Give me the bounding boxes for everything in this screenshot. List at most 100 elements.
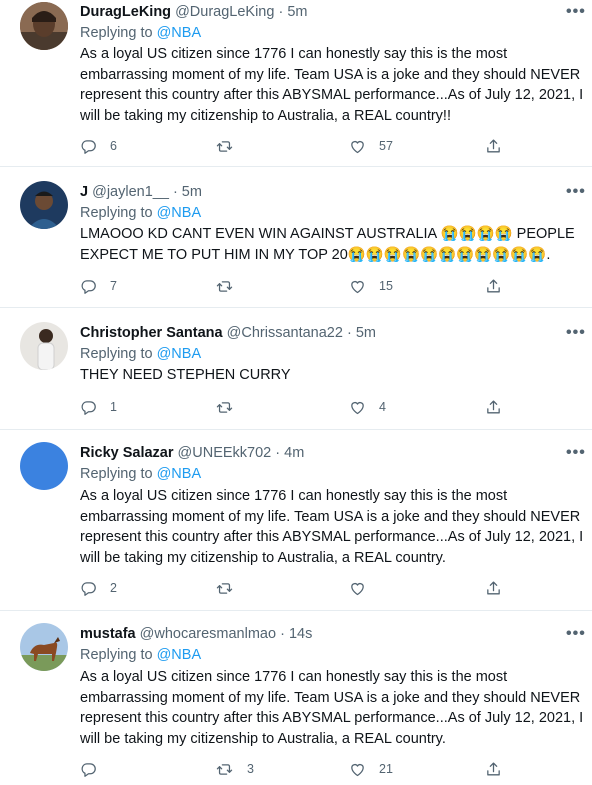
avatar-image xyxy=(20,322,68,370)
avatar-image xyxy=(20,623,68,671)
retweet-button[interactable] xyxy=(215,276,247,296)
tweet[interactable]: mustafa @whocaresmanlmao · 14s ••• Reply… xyxy=(0,611,592,785)
retweet-icon xyxy=(215,761,234,778)
reply-button[interactable]: 2 xyxy=(80,578,117,598)
like-count: 4 xyxy=(379,400,386,414)
user-handle[interactable]: @UNEEkk702 xyxy=(178,445,272,461)
tweet-text: LMAOOO KD CANT EVEN WIN AGAINST AUSTRALI… xyxy=(80,224,585,265)
tweet-actions: 6 57 xyxy=(80,136,520,156)
avatar-image xyxy=(20,181,68,229)
reply-button[interactable]: 1 xyxy=(80,397,117,417)
replying-to-label: Replying to xyxy=(80,346,157,362)
display-name[interactable]: Ricky Salazar xyxy=(80,445,174,461)
mention-link[interactable]: @NBA xyxy=(157,466,202,482)
retweet-button[interactable] xyxy=(215,397,247,417)
like-icon xyxy=(349,580,366,597)
timestamp[interactable]: · 5m xyxy=(173,184,202,200)
reply-icon xyxy=(80,580,97,597)
avatar-image xyxy=(20,2,68,50)
timestamp[interactable]: · 5m xyxy=(278,4,307,20)
avatar[interactable] xyxy=(20,322,68,370)
like-button[interactable]: 21 xyxy=(349,759,393,779)
display-name[interactable]: Christopher Santana xyxy=(80,325,223,341)
retweet-button[interactable]: 3 xyxy=(215,759,254,779)
avatar[interactable] xyxy=(20,442,68,490)
more-icon[interactable]: ••• xyxy=(566,4,586,20)
tweet[interactable]: Christopher Santana @Chrissantana22 · 5m… xyxy=(0,308,592,428)
mention-link[interactable]: @NBA xyxy=(157,25,202,41)
share-icon xyxy=(485,278,502,295)
reply-count: 7 xyxy=(110,279,117,293)
like-icon xyxy=(349,399,366,416)
tweet-actions: 7 15 xyxy=(80,276,520,296)
display-name[interactable]: J xyxy=(80,184,88,200)
like-button[interactable] xyxy=(349,578,379,598)
user-handle[interactable]: @whocaresmanlmao xyxy=(140,626,276,642)
like-button[interactable]: 15 xyxy=(349,276,393,296)
share-button[interactable] xyxy=(485,578,515,598)
timestamp[interactable]: · 4m xyxy=(275,445,304,461)
reply-button[interactable]: 6 xyxy=(80,136,117,156)
share-icon xyxy=(485,138,502,155)
tweet-text: As a loyal US citizen since 1776 I can h… xyxy=(80,669,584,747)
retweet-count: 3 xyxy=(247,762,254,776)
like-count: 21 xyxy=(379,762,393,776)
user-handle[interactable]: @jaylen1__ xyxy=(92,184,169,200)
like-button[interactable]: 57 xyxy=(349,136,393,156)
tweet[interactable]: Ricky Salazar @UNEEkk702 · 4m ••• Replyi… xyxy=(0,430,592,610)
avatar[interactable] xyxy=(20,623,68,671)
more-icon[interactable]: ••• xyxy=(566,626,586,642)
replying-to: Replying to @NBA xyxy=(80,204,201,222)
replying-to-label: Replying to xyxy=(80,647,157,663)
tweet-text-line: EXPECT ME TO PUT HIM IN MY TOP 20😭😭😭😭😭😭😭… xyxy=(80,246,551,263)
tweet-text-line: LMAOOO KD CANT EVEN WIN AGAINST AUSTRALI… xyxy=(80,226,575,242)
share-icon xyxy=(485,761,502,778)
share-button[interactable] xyxy=(485,136,515,156)
avatar[interactable] xyxy=(20,2,68,50)
display-name[interactable]: DuragLeKing xyxy=(80,4,171,20)
retweet-button[interactable] xyxy=(215,578,247,598)
timestamp[interactable]: · 5m xyxy=(347,325,376,341)
tweet-actions: 3 21 xyxy=(80,759,520,779)
reply-icon xyxy=(80,278,97,295)
mention-link[interactable]: @NBA xyxy=(157,205,202,221)
avatar[interactable] xyxy=(20,181,68,229)
reply-button[interactable]: 7 xyxy=(80,276,117,296)
user-handle[interactable]: @DuragLeKing xyxy=(175,4,274,20)
mention-link[interactable]: @NBA xyxy=(157,647,202,663)
like-button[interactable]: 4 xyxy=(349,397,386,417)
reply-icon xyxy=(80,399,97,416)
mention-link[interactable]: @NBA xyxy=(157,346,202,362)
reply-button[interactable] xyxy=(80,759,110,779)
tweet-actions: 1 4 xyxy=(80,397,520,417)
more-icon[interactable]: ••• xyxy=(566,184,586,200)
share-icon xyxy=(485,580,502,597)
retweet-icon xyxy=(215,580,234,597)
tweet[interactable]: DuragLeKing @DuragLeKing · 5m ••• Replyi… xyxy=(0,0,592,165)
tweet-actions: 2 xyxy=(80,578,520,598)
reply-icon xyxy=(80,138,97,155)
display-name[interactable]: mustafa xyxy=(80,626,136,642)
retweet-icon xyxy=(215,278,234,295)
like-count: 15 xyxy=(379,279,393,293)
tweet-text: THEY NEED STEPHEN CURRY xyxy=(80,367,291,383)
replying-to-label: Replying to xyxy=(80,205,157,221)
retweet-icon xyxy=(215,399,234,416)
more-icon[interactable]: ••• xyxy=(566,445,586,461)
like-icon xyxy=(349,138,366,155)
timestamp[interactable]: · 14s xyxy=(280,626,312,642)
tweet-text: As a loyal US citizen since 1776 I can h… xyxy=(80,46,584,124)
share-button[interactable] xyxy=(485,397,515,417)
reply-icon xyxy=(80,761,97,778)
more-icon[interactable]: ••• xyxy=(566,325,586,341)
share-icon xyxy=(485,399,502,416)
replying-to: Replying to @NBA xyxy=(80,465,201,483)
share-button[interactable] xyxy=(485,759,515,779)
share-button[interactable] xyxy=(485,276,515,296)
user-handle[interactable]: @Chrissantana22 xyxy=(227,325,343,341)
replying-to: Replying to @NBA xyxy=(80,345,201,363)
tweet[interactable]: J @jaylen1__ · 5m ••• Replying to @NBA L… xyxy=(0,167,592,306)
like-icon xyxy=(349,761,366,778)
retweet-button[interactable] xyxy=(215,136,247,156)
replying-to: Replying to @NBA xyxy=(80,24,201,42)
